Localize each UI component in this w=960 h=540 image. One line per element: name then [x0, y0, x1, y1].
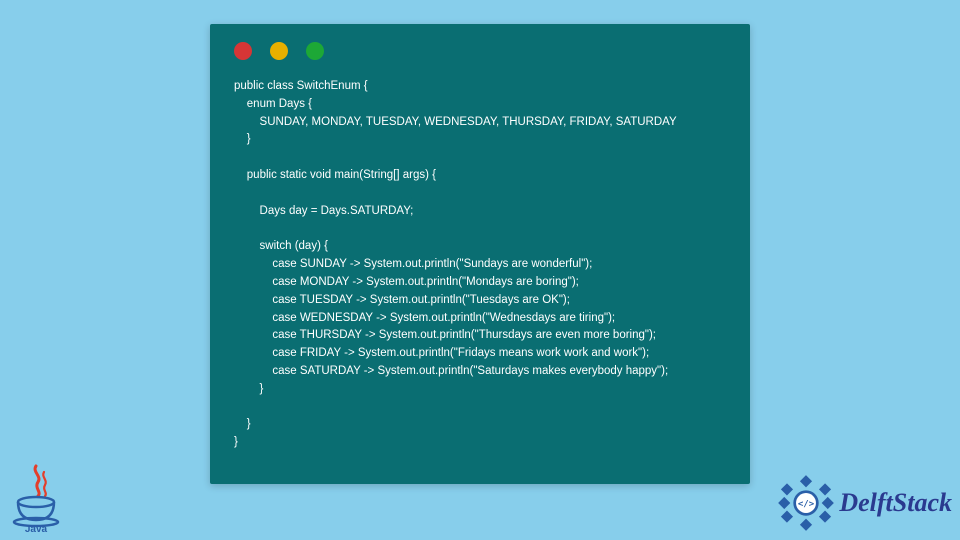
close-icon: [234, 42, 252, 60]
java-logo-icon: Java: [8, 462, 68, 532]
code-content: public class SwitchEnum { enum Days { SU…: [210, 60, 750, 472]
maximize-icon: [306, 42, 324, 60]
window-controls: [210, 24, 750, 60]
code-window: public class SwitchEnum { enum Days { SU…: [210, 24, 750, 484]
delftstack-badge-icon: </>: [777, 474, 835, 532]
svg-text:</>: </>: [798, 500, 815, 510]
java-logo-text: Java: [25, 524, 48, 532]
minimize-icon: [270, 42, 288, 60]
delftstack-logo-text: DelftStack: [839, 488, 952, 518]
delftstack-logo: </> DelftStack: [777, 474, 952, 532]
